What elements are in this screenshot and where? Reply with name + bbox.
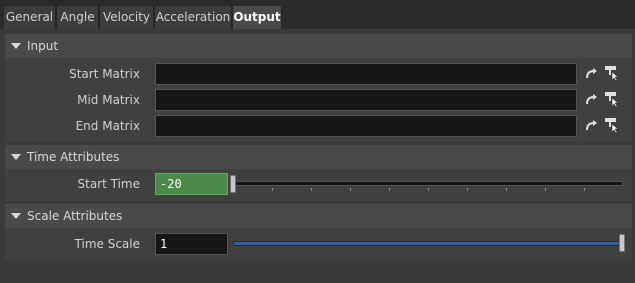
select-cursor-icon[interactable] — [603, 90, 619, 108]
tab-general[interactable]: General — [3, 5, 56, 29]
slider-tick — [506, 188, 507, 191]
section-header-input[interactable]: Input — [5, 34, 632, 58]
slider-tick — [272, 188, 273, 191]
curved-arrow-icon[interactable] — [584, 92, 600, 108]
start-matrix-label: Start Matrix — [69, 67, 140, 81]
time-scale-slider-track[interactable] — [233, 241, 623, 246]
slider-tick — [428, 188, 429, 191]
tab-output[interactable]: Output — [232, 5, 282, 29]
slider-tick — [545, 188, 546, 191]
time-scale-label: Time Scale — [74, 237, 140, 251]
collapse-triangle-icon — [11, 213, 21, 219]
start-time-label: Start Time — [77, 177, 141, 191]
section-title-scale-attributes: Scale Attributes — [27, 209, 123, 223]
start-time-slider-track[interactable] — [233, 181, 623, 186]
slider-tick — [584, 188, 585, 191]
section-header-time-attributes[interactable]: Time Attributes — [5, 145, 632, 169]
slider-tick — [350, 188, 351, 191]
start-matrix-field[interactable] — [155, 63, 577, 85]
select-cursor-icon[interactable] — [603, 116, 619, 134]
end-matrix-label: End Matrix — [75, 119, 140, 133]
end-matrix-field[interactable] — [155, 115, 577, 137]
slider-tick — [311, 188, 312, 191]
tab-bar: General Angle Velocity Acceleration Outp… — [0, 0, 635, 29]
tab-acceleration[interactable]: Acceleration — [154, 5, 232, 29]
slider-tick — [467, 188, 468, 191]
start-time-slider-handle[interactable] — [230, 175, 236, 193]
curved-arrow-icon[interactable] — [584, 118, 600, 134]
curved-arrow-icon[interactable] — [584, 66, 600, 82]
slider-tick — [389, 188, 390, 191]
time-scale-field[interactable]: 1 — [155, 233, 228, 255]
section-title-input: Input — [27, 39, 59, 53]
tab-velocity[interactable]: Velocity — [99, 5, 154, 29]
tab-angle[interactable]: Angle — [56, 5, 99, 29]
mid-matrix-label: Mid Matrix — [77, 93, 140, 107]
collapse-triangle-icon — [11, 154, 21, 160]
start-time-field[interactable]: -20 — [155, 173, 228, 195]
panel-footer — [0, 262, 635, 283]
collapse-triangle-icon — [11, 43, 21, 49]
section-title-time-attributes: Time Attributes — [27, 150, 120, 164]
select-cursor-icon[interactable] — [603, 64, 619, 82]
section-header-scale-attributes[interactable]: Scale Attributes — [5, 204, 632, 228]
mid-matrix-field[interactable] — [155, 89, 577, 111]
time-scale-slider-handle[interactable] — [619, 234, 625, 252]
